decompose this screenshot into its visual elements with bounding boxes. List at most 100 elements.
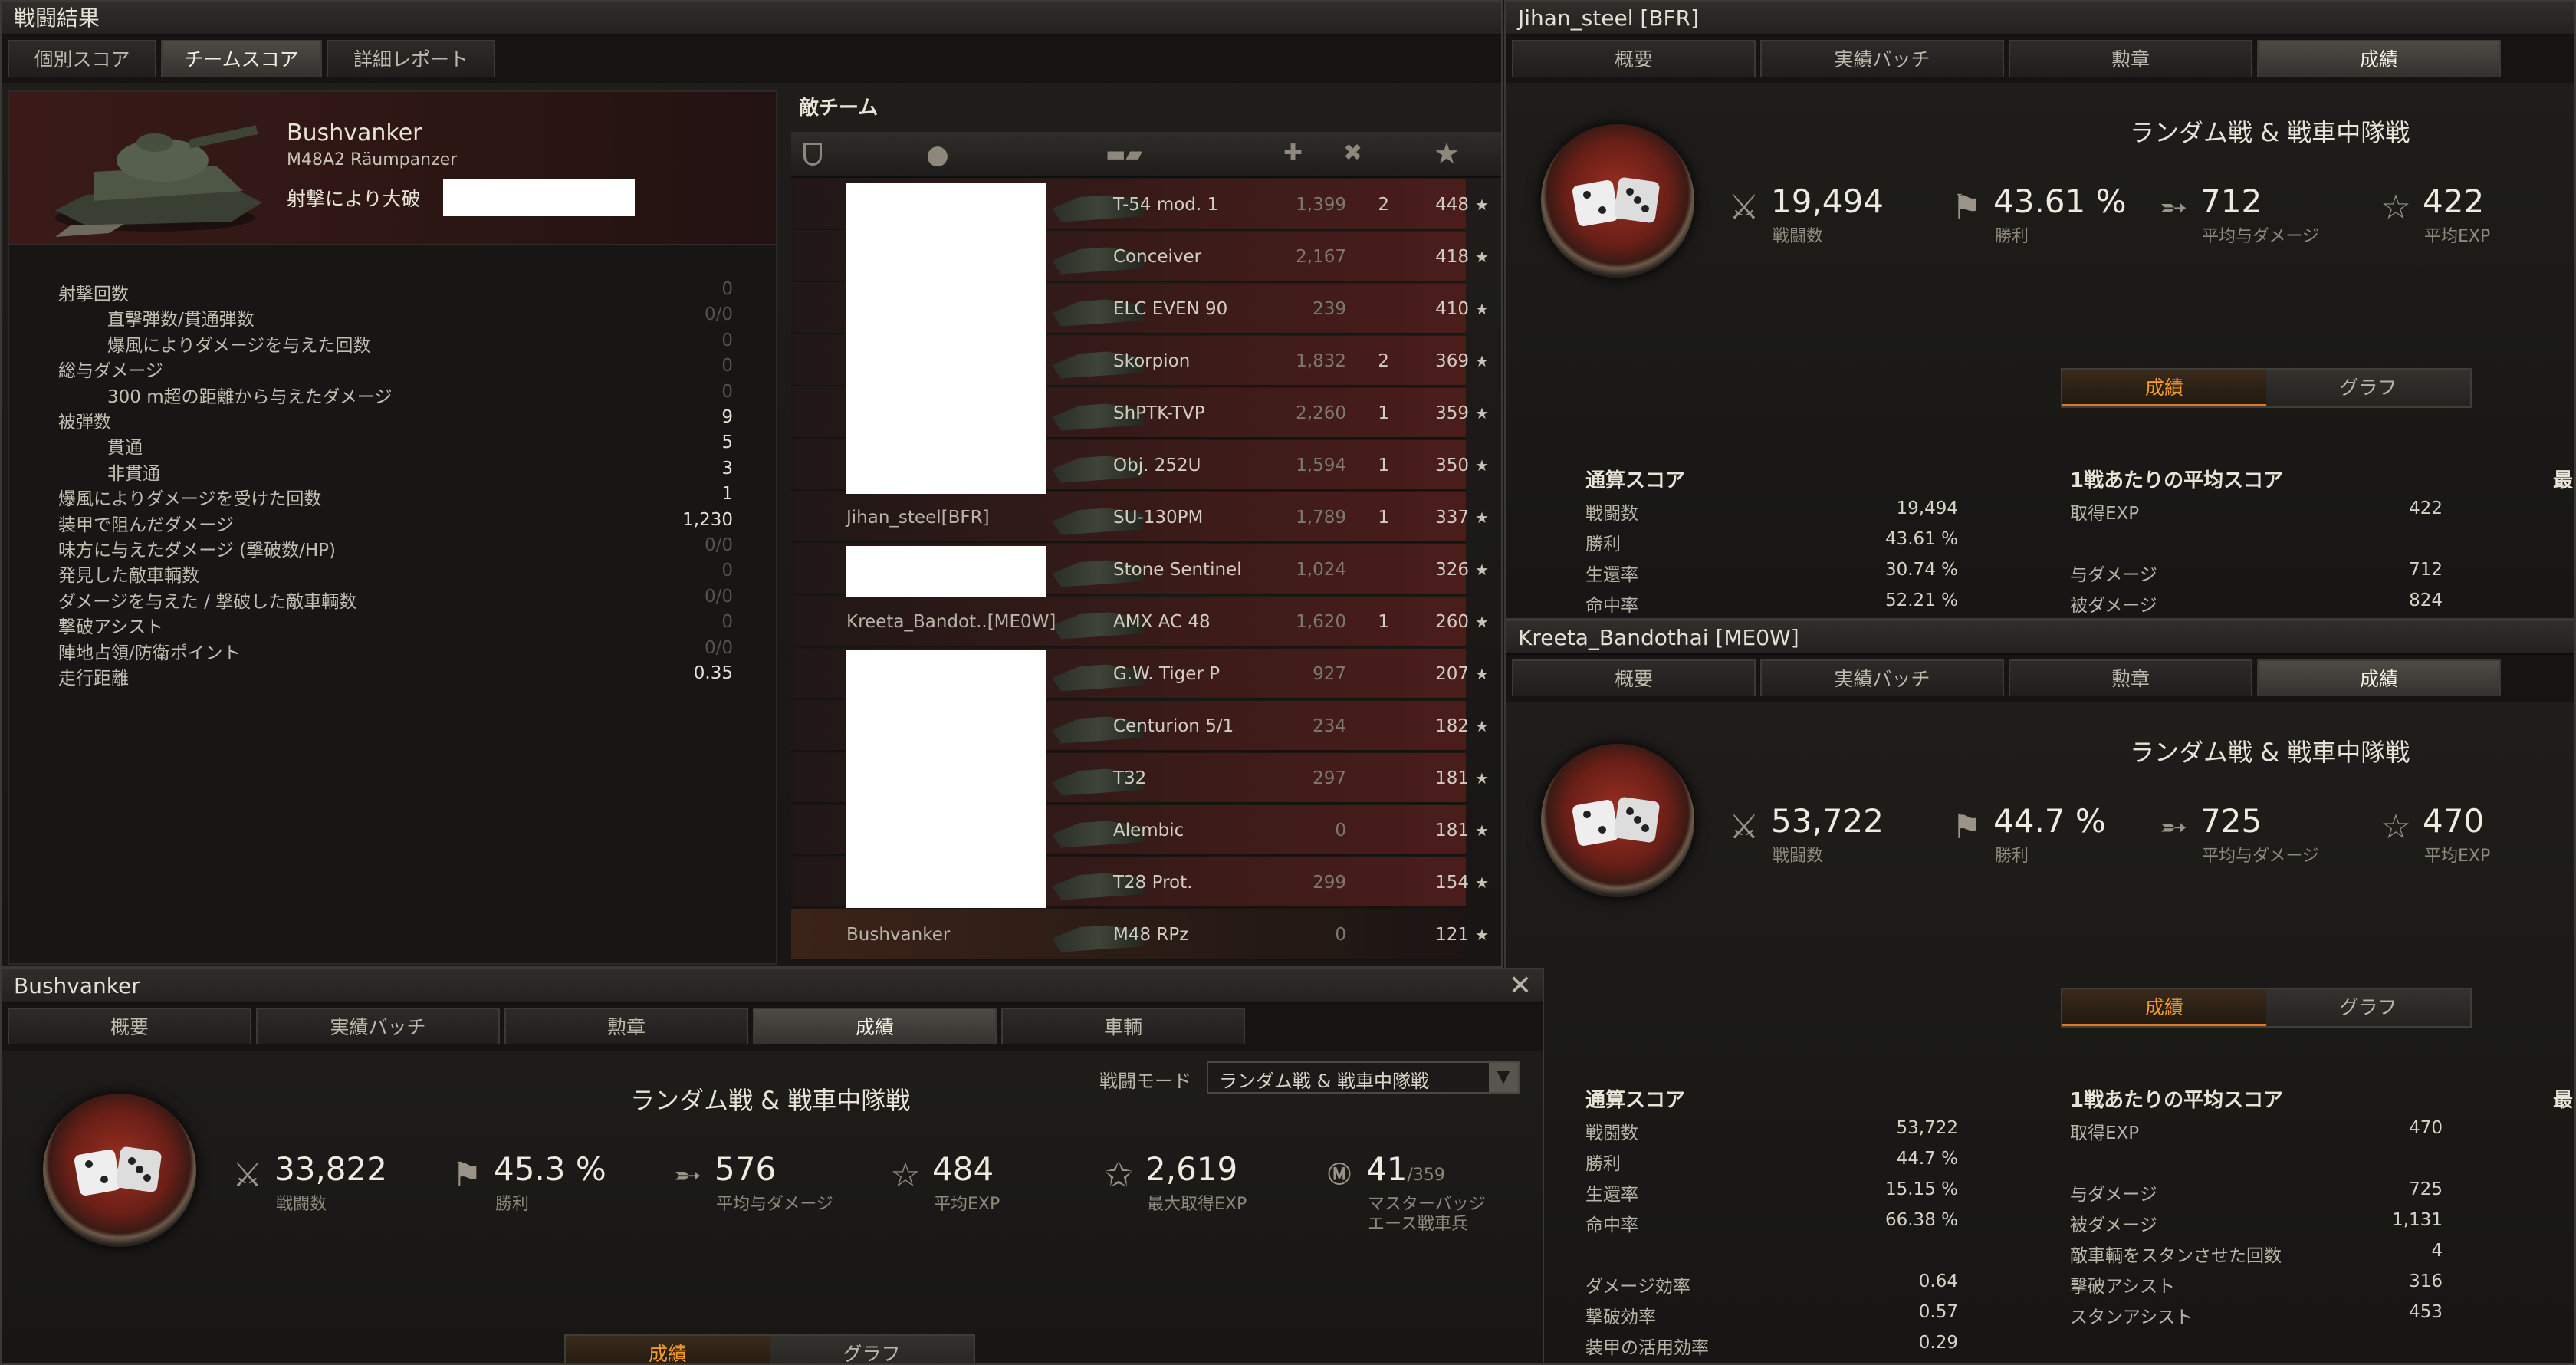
score-value: 53,722 — [1896, 1118, 1958, 1138]
tab-records[interactable]: 成績 — [753, 1008, 997, 1044]
tab-overview[interactable]: 概要 — [1512, 659, 1756, 696]
exp-value: 410 — [1435, 299, 1469, 319]
detail-row: 走行距離 0.35 — [58, 663, 733, 689]
mode-title: ランダム戦 & 戦車中隊戦 — [630, 1086, 911, 1115]
score-value: 824 — [2409, 590, 2443, 610]
detail-label: 爆風によりダメージを与えた回数 — [107, 335, 371, 356]
toggle-graph[interactable]: グラフ — [2266, 989, 2470, 1026]
window-title: Jihan_steel [BFR] — [1506, 2, 2574, 35]
tab-achievements[interactable]: 実績バッチ — [1760, 40, 2004, 77]
bushvanker-profile-window: Bushvanker ✕ 概要 実績バッチ 勲章 成績 車輌 戦闘モード ランダ… — [0, 968, 1544, 1365]
tab-overview[interactable]: 概要 — [8, 1008, 251, 1044]
tank-name: T32 — [1113, 768, 1147, 788]
star-icon: ★ — [1475, 873, 1489, 892]
exp-column-icon[interactable]: ★ — [1434, 136, 1460, 170]
score-label: 生還率 — [1585, 565, 1638, 585]
tab-achievements[interactable]: 実績バッチ — [256, 1008, 500, 1044]
exp-value: 418 — [1435, 247, 1469, 267]
player-info-panel: Bushvanker M48A2 Räumpanzer 射撃により大破 射撃回数… — [8, 90, 777, 965]
score-row: 被ダメージ 1,131 — [2070, 1210, 2443, 1236]
redacted-box — [846, 183, 1046, 494]
star-icon: ★ — [1475, 926, 1489, 944]
toggle-graph[interactable]: グラフ — [2266, 370, 2470, 406]
score-label: スタンアシスト — [2070, 1307, 2193, 1327]
star-icon: ★ — [1475, 196, 1489, 214]
tab-records[interactable]: 成績 — [2257, 40, 2501, 77]
score-label: 勝利 — [1585, 1154, 1621, 1174]
enemy-team-panel: 敵チーム ● ▬▰ ✚ ✖ ★ T-54 mod. 1 1,399 2 448 ★ Con… — [780, 86, 1501, 966]
tank-name: Skorpion — [1113, 351, 1191, 371]
tab-team-score[interactable]: チームスコア — [161, 40, 322, 77]
score-row: 装甲の活用効率 0.29 — [1585, 1333, 1958, 1359]
star-icon: ☆ — [2380, 188, 2411, 227]
star-icon: ★ — [1475, 717, 1489, 735]
damage-value: 1,789 — [1296, 508, 1346, 528]
star-outline-icon: ✩ — [1104, 1156, 1133, 1195]
detail-value: 0 — [721, 612, 733, 633]
flag-icon: ⚑ — [1951, 188, 1982, 227]
tank-column-icon[interactable]: ▬▰ — [1106, 141, 1142, 166]
enemy-row[interactable]: Jihan_steel[BFR] SU-130PM 1,789 1 337 ★ — [791, 492, 1489, 543]
star-icon: ★ — [1475, 300, 1489, 318]
toggle-records[interactable]: 成績 — [2062, 370, 2266, 406]
score-row: 命中率 66.38 % — [1585, 1210, 1958, 1236]
battle-mode-select[interactable]: ランダム戦 & 戦車中隊戦 ▼ — [1207, 1061, 1520, 1094]
tab-overview[interactable]: 概要 — [1512, 40, 1756, 77]
mode-title: ランダム戦 & 戦車中隊戦 — [2130, 738, 2410, 767]
score-row: 与ダメージ 725 — [2070, 1179, 2443, 1205]
score-value: 316 — [2409, 1271, 2443, 1291]
detail-label: 射撃回数 — [58, 285, 129, 304]
tank-name: ELC EVEN 90 — [1113, 299, 1228, 319]
player-name: Bushvanker — [846, 925, 951, 945]
tank-image — [55, 125, 262, 237]
enemy-row[interactable]: Kreeta_Bandot..[ME0W] AMX AC 48 1,620 1 260 ★ — [791, 597, 1489, 647]
total-score-list: 戦闘数 53,722 勝利 44.7 % 生還率 15.15 % 命中率 66.38 % ダメー… — [1585, 1118, 1958, 1363]
detail-row: 300 m超の距離から与えたダメージ 0 — [58, 382, 733, 407]
tank-name: M48A2 Räumpanzer — [287, 150, 458, 169]
star-icon: ☆ — [2380, 807, 2411, 847]
detail-value: 0/0 — [704, 304, 733, 325]
tab-records[interactable]: 成績 — [2257, 659, 2501, 696]
tab-medals[interactable]: 勲章 — [2009, 40, 2252, 77]
toggle-records[interactable]: 成績 — [2062, 989, 2266, 1026]
damage-value: 927 — [1313, 664, 1346, 684]
score-row: 勝利 44.7 % — [1585, 1149, 1958, 1175]
score-value: 4 — [2431, 1241, 2443, 1261]
score-row: ダメージ効率 0.64 — [1585, 1271, 1958, 1298]
close-icon[interactable]: ✕ — [1509, 971, 1532, 1002]
kills-column-icon[interactable]: ✖ — [1343, 140, 1362, 166]
enemy-table-header: ● ▬▰ ✚ ✖ ★ — [791, 132, 1501, 178]
tank-name: Alembic — [1113, 821, 1184, 840]
avg-score-heading: 1戦あたりの平均スコア — [2070, 469, 2284, 492]
tab-vehicles[interactable]: 車輌 — [1001, 1008, 1245, 1044]
detail-label: 総与ダメージ — [58, 361, 163, 382]
tab-personal-score[interactable]: 個別スコア — [8, 40, 156, 77]
score-row: 与ダメージ 712 — [2070, 560, 2443, 586]
player-header: Bushvanker M48A2 Räumpanzer 射撃により大破 — [9, 92, 776, 245]
tab-medals[interactable]: 勲章 — [504, 1008, 748, 1044]
score-row — [1585, 1241, 1958, 1267]
tab-detail-report[interactable]: 詳細レポート — [327, 40, 495, 77]
damage-value: 297 — [1313, 768, 1346, 788]
window-title: Bushvanker — [2, 969, 1543, 1003]
detail-row: 非貫通 3 — [58, 459, 733, 484]
damage-column-icon[interactable]: ✚ — [1283, 140, 1303, 166]
detail-value: 0/0 — [704, 535, 733, 555]
player-column-icon[interactable]: ● — [926, 140, 949, 170]
toggle-records[interactable]: 成績 — [566, 1336, 770, 1363]
player-name: Bushvanker — [287, 120, 422, 146]
player-name: Kreeta_Bandot..[ME0W] — [846, 612, 1056, 632]
detail-label: 爆風によりダメージを受けた回数 — [58, 489, 322, 510]
detail-label: 装甲で阻んだダメージ — [58, 515, 234, 535]
score-row: 生還率 15.15 % — [1585, 1179, 1958, 1205]
score-value: 453 — [2409, 1302, 2443, 1322]
tab-medals[interactable]: 勲章 — [2009, 659, 2252, 696]
redacted-box — [846, 650, 1046, 908]
toggle-graph[interactable]: グラフ — [770, 1336, 974, 1363]
enemy-row[interactable]: Bushvanker M48 RPz 0 121 ★ — [791, 909, 1489, 960]
tab-achievements[interactable]: 実績バッチ — [1760, 659, 2004, 696]
score-row: 勝利 43.61 % — [1585, 529, 1958, 555]
kills-value: 1 — [1378, 456, 1389, 475]
kreeta-profile-window: Kreeta_Bandothai [ME0W] 概要 実績バッチ 勲章 成績 ラ… — [1504, 620, 2576, 1365]
detail-value: 0.35 — [693, 663, 733, 683]
